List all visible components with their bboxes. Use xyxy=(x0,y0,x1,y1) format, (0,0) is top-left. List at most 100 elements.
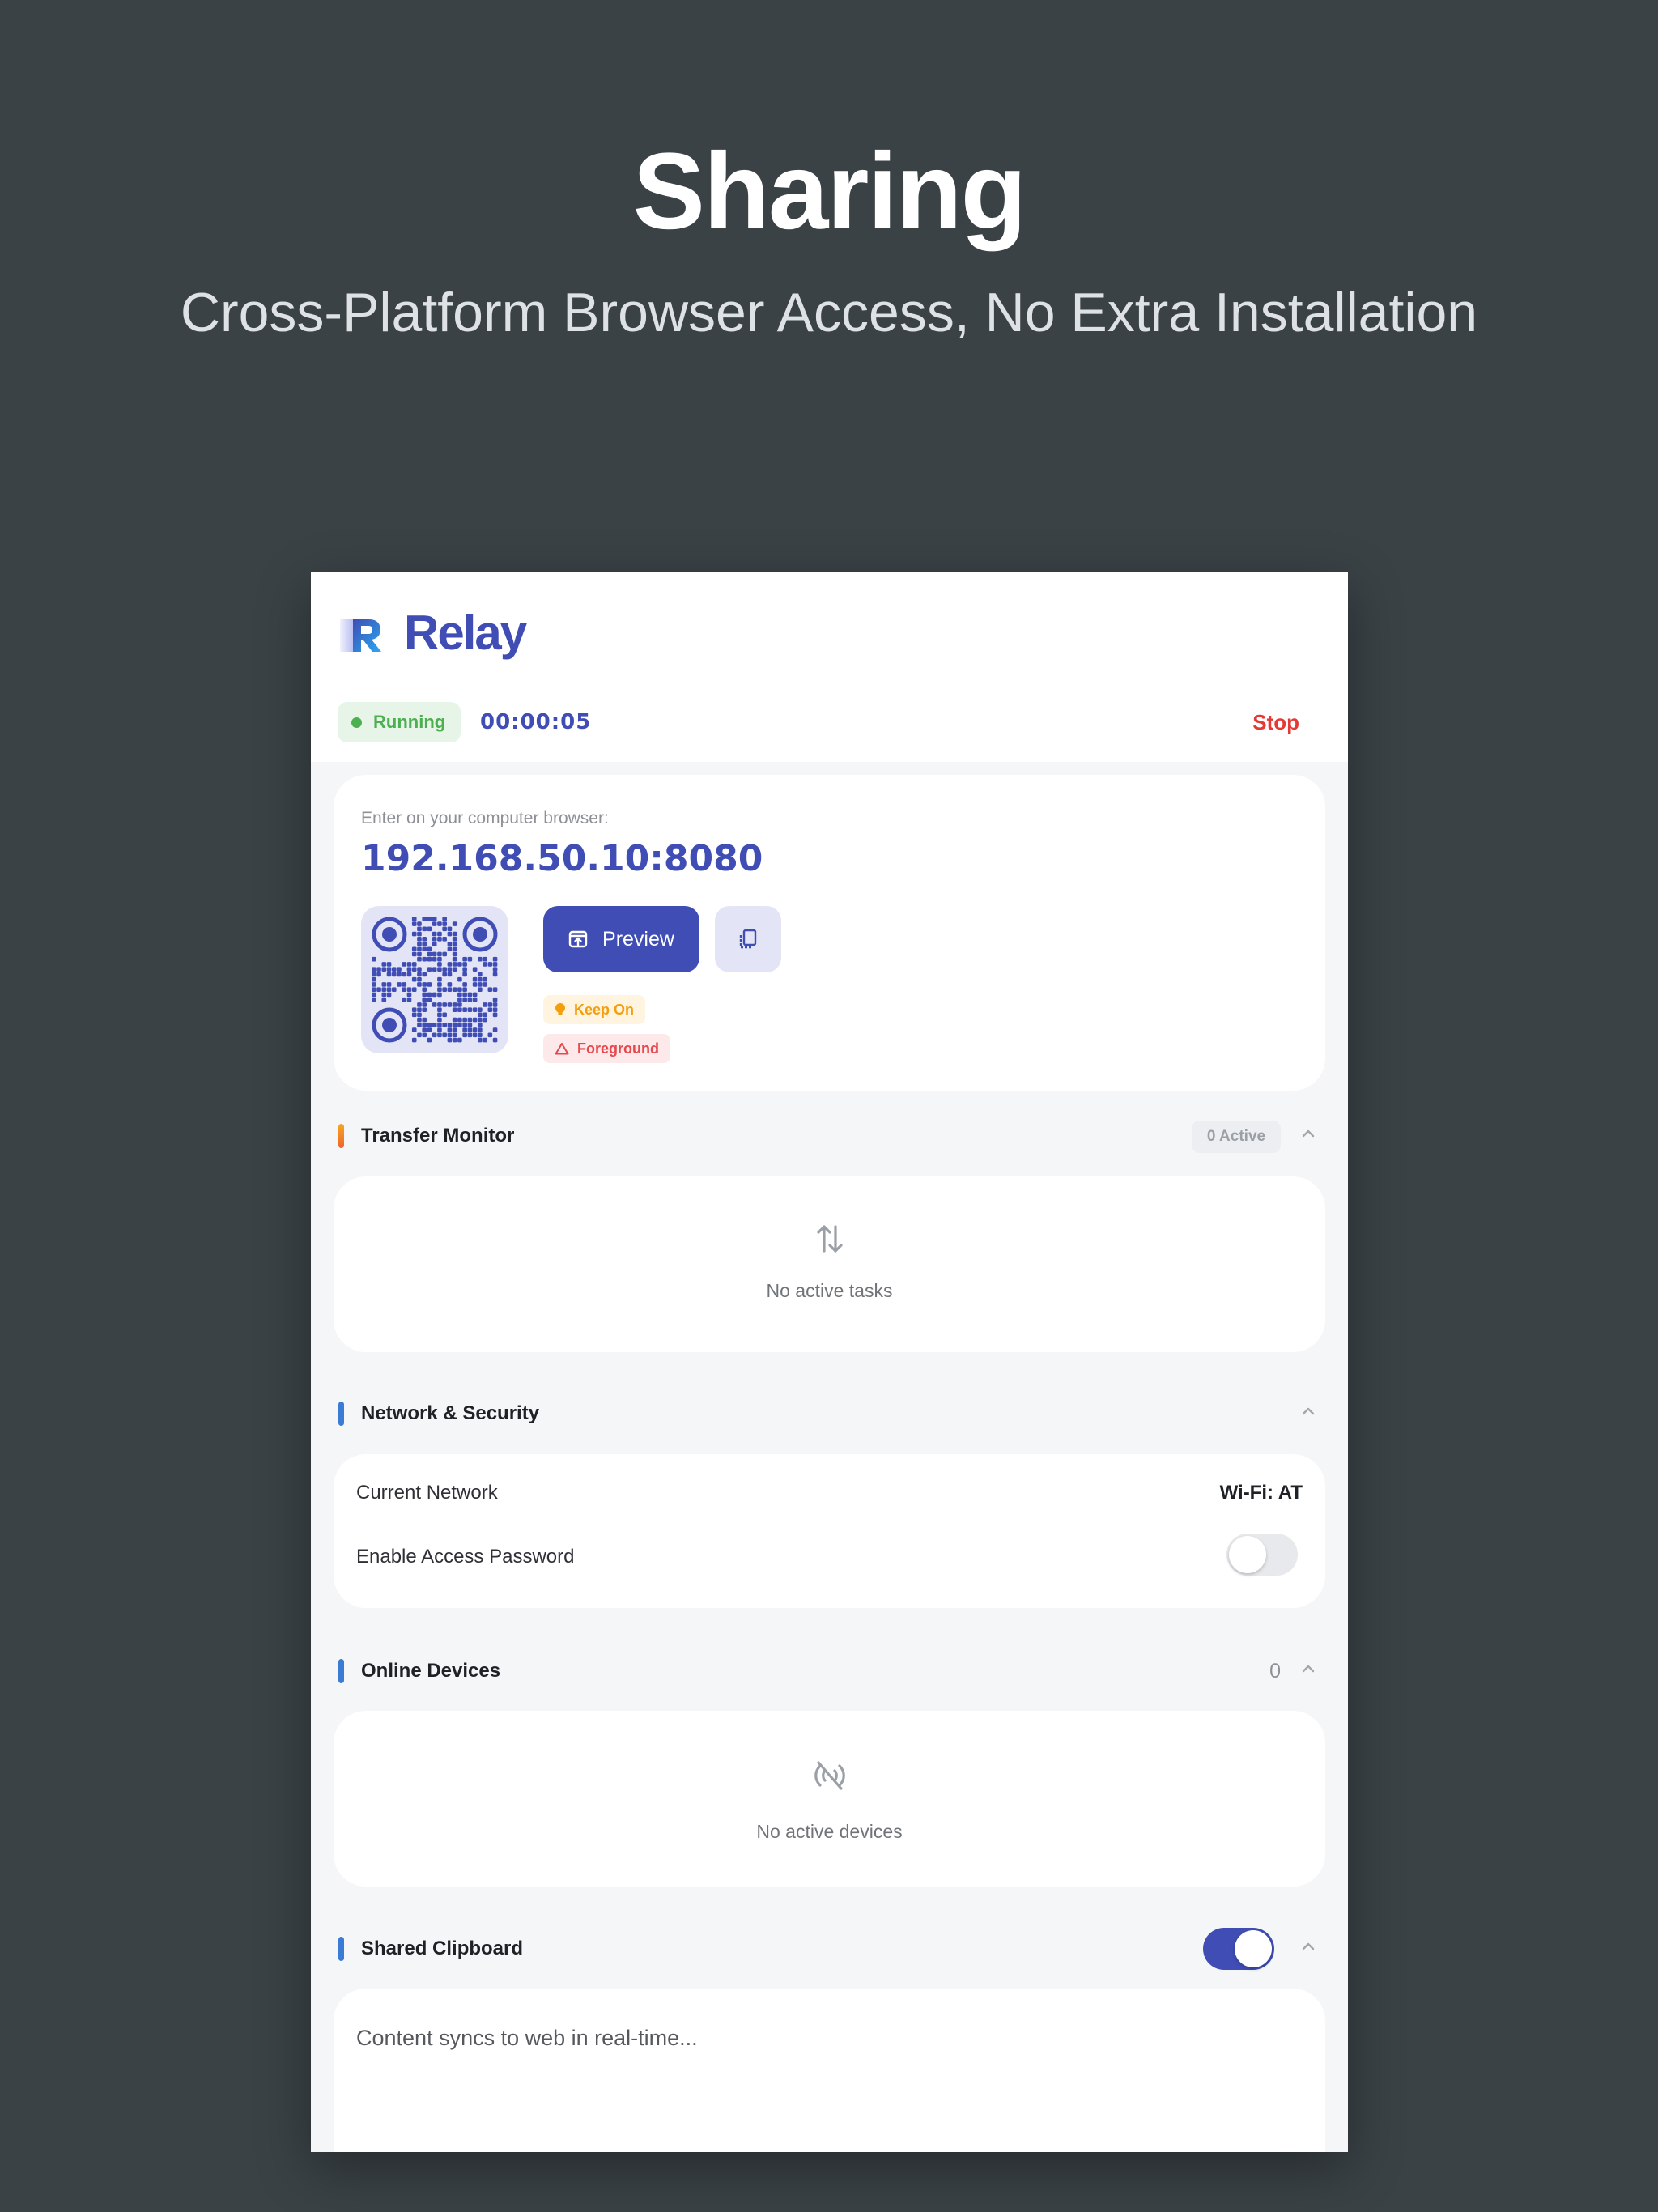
qr-module xyxy=(422,997,427,1002)
qr-module xyxy=(437,931,442,937)
network-security-header[interactable]: Network & Security xyxy=(311,1393,1348,1434)
qr-module xyxy=(457,976,462,982)
qr-module xyxy=(462,1017,467,1023)
qr-module xyxy=(478,987,483,992)
qr-module xyxy=(447,967,453,972)
clipboard-panel[interactable]: Content syncs to web in real-time... xyxy=(334,1989,1325,2152)
chevron-up-icon[interactable] xyxy=(1301,1942,1316,1951)
qr-module xyxy=(417,1002,422,1007)
qr-module xyxy=(472,982,478,987)
transfer-monitor-header[interactable]: Transfer Monitor 0 Active xyxy=(311,1116,1348,1156)
qr-module xyxy=(422,972,427,977)
online-devices-header[interactable]: Online Devices 0 xyxy=(311,1651,1348,1691)
qr-module xyxy=(467,956,473,962)
qr-module xyxy=(457,1002,462,1007)
qr-module xyxy=(432,956,437,962)
clipboard-input[interactable]: Content syncs to web in real-time... xyxy=(356,2026,698,2051)
qr-module xyxy=(452,931,457,937)
qr-module xyxy=(483,962,487,967)
qr-module xyxy=(427,967,432,972)
qr-module xyxy=(397,972,402,977)
qr-module xyxy=(411,951,417,957)
qr-module xyxy=(447,1027,453,1032)
qr-module xyxy=(417,951,422,957)
qr-module xyxy=(452,1007,457,1012)
app-name: Relay xyxy=(404,606,527,660)
qr-module xyxy=(472,1007,478,1012)
clipboard-sync-toggle[interactable] xyxy=(1203,1928,1274,1970)
qr-module xyxy=(457,1007,462,1012)
server-address[interactable]: 192.168.50.10:8080 xyxy=(361,838,763,879)
preview-button[interactable]: Preview xyxy=(543,906,699,972)
qr-module xyxy=(492,967,498,972)
qr-module xyxy=(462,1032,467,1038)
qr-module xyxy=(472,992,478,998)
access-password-toggle[interactable] xyxy=(1226,1534,1298,1576)
qr-module xyxy=(417,936,422,942)
qr-module xyxy=(492,1002,498,1007)
qr-module xyxy=(432,931,437,937)
online-devices-panel: No active devices xyxy=(334,1711,1325,1887)
keep-on-label: Keep On xyxy=(574,1001,635,1018)
qr-module xyxy=(422,946,427,952)
qr-module xyxy=(432,1032,437,1038)
stop-button[interactable]: Stop xyxy=(1252,710,1299,735)
qr-module xyxy=(457,992,462,998)
chevron-up-icon[interactable] xyxy=(1301,1129,1316,1138)
qr-module xyxy=(427,1027,432,1032)
qr-module xyxy=(478,1037,483,1043)
qr-module xyxy=(437,987,442,992)
qr-module xyxy=(372,972,376,977)
shared-clipboard-header[interactable]: Shared Clipboard xyxy=(311,1928,1348,1970)
qr-module xyxy=(492,1012,498,1018)
qr-module xyxy=(467,1017,473,1023)
qr-module xyxy=(478,1017,483,1023)
qr-module xyxy=(376,987,381,992)
lightbulb-icon xyxy=(555,1003,565,1015)
qr-module xyxy=(472,997,478,1002)
qr-module xyxy=(492,1027,498,1032)
copy-address-button[interactable] xyxy=(715,906,781,972)
qr-module xyxy=(372,992,376,998)
qr-module xyxy=(467,1023,473,1027)
qr-module xyxy=(422,1032,427,1038)
qr-module xyxy=(417,942,422,946)
qr-module xyxy=(386,982,392,987)
section-title: Network & Security xyxy=(361,1402,540,1424)
qr-module xyxy=(462,972,467,977)
qr-module xyxy=(462,962,467,967)
network-security-panel: Current Network Wi-Fi: AT Enable Access … xyxy=(334,1454,1325,1608)
qr-module xyxy=(422,1017,427,1023)
chevron-up-icon[interactable] xyxy=(1301,1664,1316,1674)
qr-module xyxy=(372,976,376,982)
qr-module xyxy=(417,1007,422,1012)
qr-module xyxy=(411,1007,417,1012)
qr-code[interactable] xyxy=(361,906,508,1053)
qr-module xyxy=(437,976,442,982)
qr-module xyxy=(462,997,467,1002)
qr-module xyxy=(452,1037,457,1043)
chevron-up-icon[interactable] xyxy=(1301,1406,1316,1416)
qr-module xyxy=(452,956,457,962)
qr-module xyxy=(427,992,432,998)
qr-finder-dot xyxy=(473,927,487,942)
app-screen: Relay Running 00:00:05 Stop Enter on you… xyxy=(311,572,1348,2152)
warning-icon xyxy=(555,1043,569,1055)
qr-module xyxy=(447,1037,453,1043)
qr-module xyxy=(447,1023,453,1027)
qr-module xyxy=(417,967,422,972)
qr-module xyxy=(411,976,417,982)
qr-code-icon xyxy=(372,917,498,1043)
section-accent-bar xyxy=(338,1937,344,1961)
qr-module xyxy=(437,1032,442,1038)
qr-module xyxy=(437,962,442,967)
qr-module xyxy=(462,987,467,992)
qr-module xyxy=(483,1012,487,1018)
qr-module xyxy=(406,997,412,1002)
qr-module xyxy=(467,997,473,1002)
qr-module xyxy=(487,1032,493,1038)
qr-module xyxy=(427,982,432,987)
qr-module xyxy=(432,992,437,998)
qr-module xyxy=(422,956,427,962)
transfer-arrows-icon xyxy=(816,1225,843,1253)
